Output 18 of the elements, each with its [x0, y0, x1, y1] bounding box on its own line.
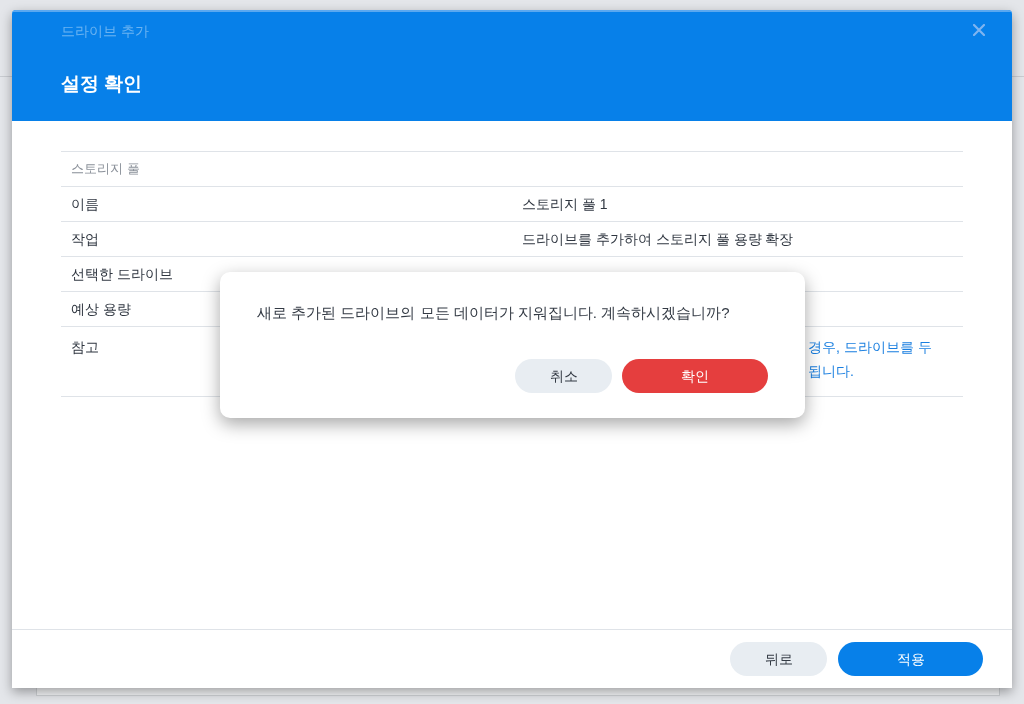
row-label: 참고: [71, 339, 99, 355]
row-label: 예상 용량: [71, 301, 131, 317]
row-value: 드라이브를 추가하여 스토리지 풀 용량 확장: [522, 231, 794, 247]
confirm-button[interactable]: 확인: [622, 359, 768, 393]
window-subtitle: 드라이브 추가: [61, 22, 150, 40]
cancel-button[interactable]: 뒤로: [730, 642, 827, 676]
note-text: 됩니다.: [808, 362, 855, 381]
row-label: 선택한 드라이브: [71, 266, 173, 282]
dialog-message: 새로 추가된 드라이브의 모든 데이터가 지워집니다. 계속하시겠습니까?: [257, 303, 731, 323]
close-icon[interactable]: [973, 24, 985, 36]
row-label: 작업: [71, 231, 99, 247]
confirm-button[interactable]: 적용: [838, 642, 983, 676]
window-title: 설정 확인: [61, 72, 144, 96]
cancel-button[interactable]: 취소: [515, 359, 612, 393]
note-text: 경우, 드라이브를 두: [808, 338, 933, 357]
section-heading: 스토리지 풀: [71, 160, 140, 179]
row-value: 스토리지 풀 1: [522, 196, 608, 212]
row-label: 이름: [71, 196, 99, 212]
